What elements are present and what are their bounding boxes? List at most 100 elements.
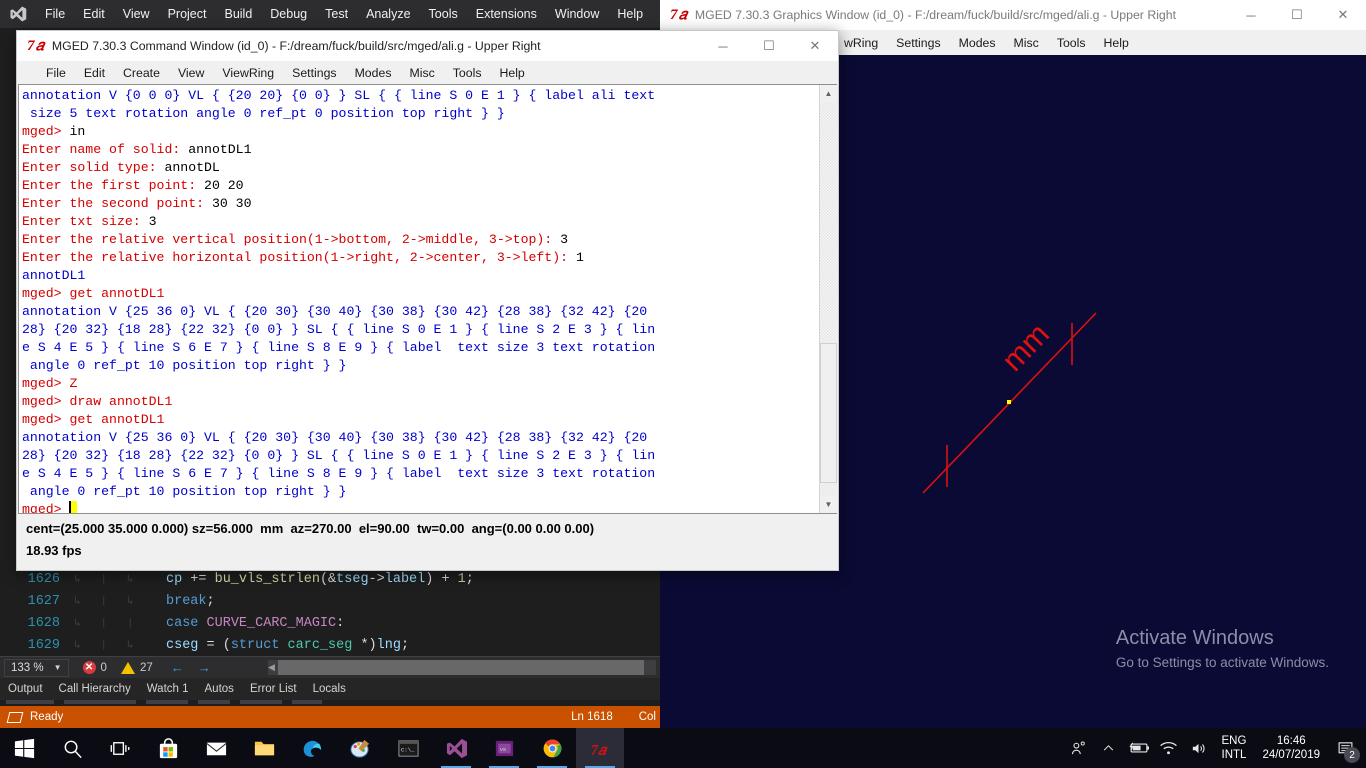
google-chrome-button[interactable] — [528, 728, 576, 768]
command-window-title-bar[interactable]: 7 𝑎 MGED 7.30.3 Command Window (id_0) - … — [17, 31, 838, 61]
code-text: cseg = (struct carc_seg *)lng; — [166, 637, 410, 653]
minimize-button[interactable]: ─ — [1228, 0, 1274, 30]
battery-charging-icon[interactable] — [1124, 728, 1154, 768]
vs-panel-tabs: Output Call Hierarchy Watch 1 Autos Erro… — [0, 678, 660, 700]
terminal-line: 28} {20 32} {18 28} {22 32} {0 0} } SL {… — [22, 321, 819, 339]
terminal-text-run: Enter txt size: — [22, 214, 149, 229]
vs-menu-edit[interactable]: Edit — [74, 0, 114, 28]
maximize-button[interactable]: ☐ — [1274, 0, 1320, 30]
panel-underline-segment — [146, 700, 188, 704]
cmd-menu-tools[interactable]: Tools — [444, 66, 491, 80]
cmd-menu-modes[interactable]: Modes — [346, 66, 401, 80]
task-view-button[interactable] — [96, 728, 144, 768]
navigation-arrows[interactable]: ← → — [171, 660, 211, 675]
vs-menu-help[interactable]: Help — [608, 0, 652, 28]
fps-line: 18.93 fps — [26, 543, 82, 558]
visual-studio-button[interactable] — [432, 728, 480, 768]
wifi-icon[interactable] — [1154, 728, 1184, 768]
gfx-menu-settings[interactable]: Settings — [887, 36, 949, 50]
horizontal-scrollbar[interactable]: ◀ — [268, 660, 656, 675]
gfx-menu-tools[interactable]: Tools — [1048, 36, 1095, 50]
cmd-menu-help[interactable]: Help — [490, 66, 533, 80]
navigate-forward-icon[interactable]: → — [198, 660, 211, 675]
file-explorer-button[interactable] — [240, 728, 288, 768]
gfx-menu-viewring[interactable]: wRing — [835, 36, 887, 50]
vs-menu-debug[interactable]: Debug — [261, 0, 316, 28]
people-icon[interactable] — [1064, 728, 1094, 768]
vs-menu-project[interactable]: Project — [159, 0, 216, 28]
terminal-text-run: angle 0 ref_pt 10 position top right } } — [22, 358, 347, 373]
cmd-menu-misc[interactable]: Misc — [400, 66, 443, 80]
volume-icon[interactable] — [1184, 728, 1214, 768]
maximize-button[interactable]: ☐ — [746, 31, 792, 61]
zoom-level-selector[interactable]: 133 % ▼ — [4, 658, 69, 677]
navigate-back-icon[interactable]: ← — [171, 660, 184, 675]
vs-menu-file[interactable]: File — [36, 0, 74, 28]
clock[interactable]: 16:46 24/07/2019 — [1254, 734, 1328, 762]
vs-menu-extensions[interactable]: Extensions — [467, 0, 546, 28]
terminal-text-run: mged> — [22, 376, 70, 391]
cmd-menu-edit[interactable]: Edit — [75, 66, 114, 80]
code-line: 1626 ↳ ❘ ↳ cp += bu_vls_strlen(&tseg->la… — [0, 568, 660, 590]
microsoft-edge-button[interactable] — [288, 728, 336, 768]
line-number: 1626 — [27, 571, 60, 587]
close-button[interactable]: ✕ — [1320, 0, 1366, 30]
gfx-menu-modes[interactable]: Modes — [950, 36, 1005, 50]
command-prompt-button[interactable]: C:\_ — [384, 728, 432, 768]
mail-button[interactable] — [192, 728, 240, 768]
search-button[interactable] — [48, 728, 96, 768]
mged-button[interactable]: 7𝑎 — [576, 728, 624, 768]
gfx-menu-misc[interactable]: Misc — [1005, 36, 1048, 50]
terminal-text-run: e S 4 E 5 } { line S 6 E 7 } { line S 8 … — [22, 340, 656, 355]
terminal-line: mged> get annotDL1 — [22, 285, 819, 303]
input-language-indicator[interactable]: ENG INTL — [1214, 734, 1255, 762]
tab-output[interactable]: Output — [0, 678, 51, 700]
vs-menu-build[interactable]: Build — [215, 0, 261, 28]
vs-menu-tools[interactable]: Tools — [420, 0, 467, 28]
cmd-menu-view[interactable]: View — [169, 66, 213, 80]
line-number: 1628 — [27, 615, 60, 631]
tab-call-hierarchy[interactable]: Call Hierarchy — [51, 678, 139, 700]
start-button[interactable] — [0, 728, 48, 768]
tab-watch-1[interactable]: Watch 1 — [139, 678, 197, 700]
visual-studio-installer-button[interactable]: VS — [480, 728, 528, 768]
status-position-group: Ln 1618 Col — [571, 711, 660, 723]
gfx-menu-help[interactable]: Help — [1095, 36, 1138, 50]
cmd-menu-create[interactable]: Create — [114, 66, 169, 80]
warning-count-group[interactable]: 27 — [120, 661, 153, 674]
code-text: break; — [166, 593, 215, 609]
vs-menu-view[interactable]: View — [114, 0, 159, 28]
activate-windows-watermark: Activate Windows Go to Settings to activ… — [1116, 627, 1329, 670]
action-center-button[interactable]: 2 — [1328, 728, 1362, 768]
scrollbar-thumb[interactable] — [820, 343, 837, 483]
cmd-menu-settings[interactable]: Settings — [283, 66, 345, 80]
line-number: 1629 — [27, 637, 60, 653]
microsoft-store-button[interactable] — [144, 728, 192, 768]
terminal-text-run: Enter name of solid: — [22, 142, 189, 157]
terminal-text-run: annotation V {25 36 0} VL { {20 30} {30 … — [22, 304, 648, 319]
terminal-vertical-scrollbar[interactable]: ▲ ▼ — [819, 85, 837, 513]
tab-error-list[interactable]: Error List — [242, 678, 305, 700]
status-column-label: Col — [638, 711, 656, 723]
cmd-menu-file[interactable]: File — [37, 66, 75, 80]
cmd-menu-viewring[interactable]: ViewRing — [213, 66, 283, 80]
terminal-text-run: annotDL1 — [188, 142, 252, 157]
scroll-down-icon[interactable]: ▼ — [820, 496, 837, 513]
tab-locals[interactable]: Locals — [305, 678, 354, 700]
scroll-left-icon[interactable]: ◀ — [268, 662, 275, 673]
vs-menu-window[interactable]: Window — [546, 0, 608, 28]
graphics-window-title-bar[interactable]: 7 𝑎 MGED 7.30.3 Graphics Window (id_0) -… — [660, 0, 1366, 30]
horizontal-scrollbar-thumb[interactable] — [278, 660, 644, 675]
error-count-group[interactable]: ✕ 0 — [82, 661, 107, 674]
show-hidden-icons-chevron-up-icon[interactable] — [1094, 728, 1124, 768]
scroll-up-icon[interactable]: ▲ — [820, 85, 837, 102]
paint-button[interactable] — [336, 728, 384, 768]
minimize-button[interactable]: ─ — [700, 31, 746, 61]
terminal-area[interactable]: annotation V {0 0 0} VL { {20 20} {0 0} … — [18, 84, 837, 514]
vs-menu-test[interactable]: Test — [316, 0, 357, 28]
terminal-output[interactable]: annotation V {0 0 0} VL { {20 20} {0 0} … — [19, 85, 819, 513]
tab-autos[interactable]: Autos — [197, 678, 242, 700]
terminal-line: mged> draw annotDL1 — [22, 393, 819, 411]
vs-menu-analyze[interactable]: Analyze — [357, 0, 419, 28]
close-button[interactable]: ✕ — [792, 31, 838, 61]
